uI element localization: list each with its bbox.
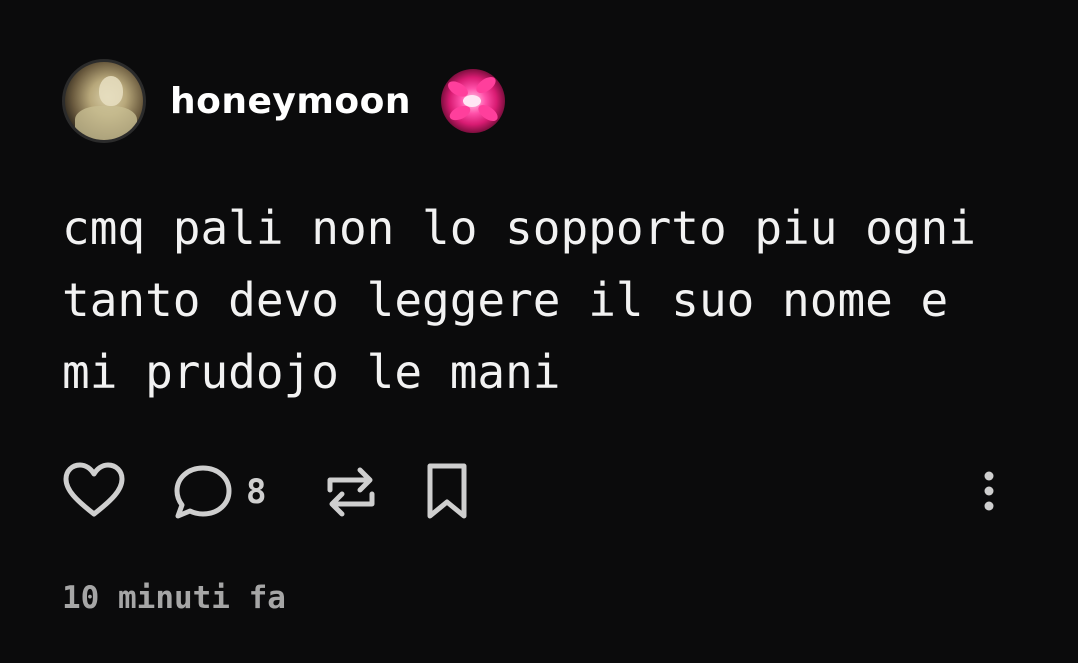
post-header: honeymoon [62,58,505,144]
more-options-button[interactable] [974,460,1004,524]
post-card: honeymoon cmq pali non lo sopporto piu o… [0,0,1078,663]
bookmark-outline-icon [427,463,467,519]
speech-bubble-icon [174,465,232,519]
vertical-dots-icon [984,471,994,511]
comment-count: 8 [246,472,267,512]
post-text: cmq pali non lo sopporto piu ogni tanto … [62,201,976,399]
username[interactable]: honeymoon [170,81,411,122]
post-actions: 8 [62,460,1022,524]
heart-outline-icon [63,462,125,517]
avatar[interactable] [62,59,146,143]
repost-arrows-icon [327,467,375,517]
post-timestamp: 10 minuti fa [62,580,286,616]
like-button[interactable] [62,460,126,524]
comment-button[interactable]: 8 [172,460,266,524]
bookmark-button[interactable] [424,460,470,524]
flower-badge-icon [440,69,505,133]
repost-button[interactable] [324,460,378,524]
